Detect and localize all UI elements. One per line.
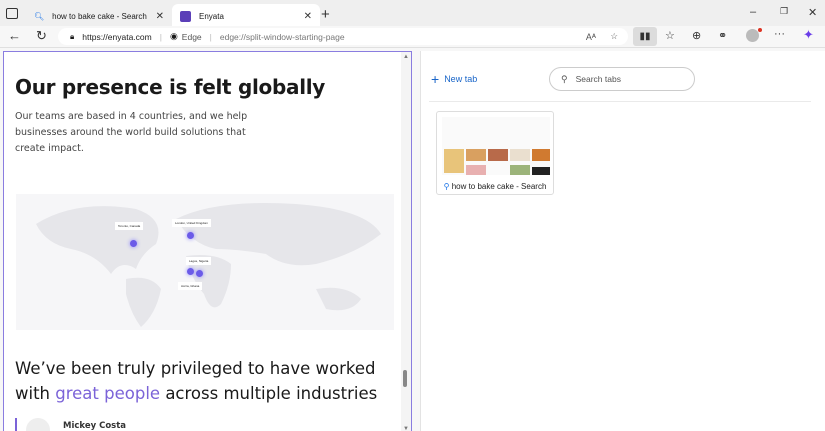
favorite-icon[interactable]: ☆ <box>610 31 618 42</box>
section-heading: We’ve been truly privileged to have work… <box>15 359 378 403</box>
search-tabs-input[interactable]: ⚲ Search tabs <box>549 67 695 91</box>
intro-text: Our teams are based in 4 countries, and … <box>15 111 248 154</box>
search-icon: ⚲ <box>443 182 450 191</box>
close-tab-icon[interactable]: ✕ <box>156 11 164 22</box>
minimize-icon[interactable]: – <box>750 6 756 18</box>
plus-icon: + <box>431 71 440 87</box>
close-tab-icon[interactable]: ✕ <box>304 11 312 22</box>
tab-title: Enyata <box>199 11 224 21</box>
map-pin-london <box>187 232 194 239</box>
search-icon: 🔍︎ <box>34 11 45 21</box>
restore-icon[interactable]: ❐ <box>780 6 788 17</box>
profile-avatar-icon[interactable] <box>746 28 762 42</box>
tab-bar: 🔍︎ how to bake cake - Search ✕ Enyata ✕ … <box>0 0 825 28</box>
more-icon[interactable]: ··· <box>774 28 785 40</box>
scrollbar-thumb[interactable] <box>403 370 407 387</box>
map-label: Accra, Ghana <box>178 282 203 290</box>
back-icon[interactable]: ← <box>8 28 21 43</box>
map-pin-lagos <box>187 268 194 275</box>
enyata-logo-icon <box>180 10 191 22</box>
extensions-icon[interactable]: ⚭ <box>718 29 727 42</box>
tab-card-title: how to bake cake - Search <box>451 182 547 191</box>
edge-icon: ◉ <box>169 31 178 41</box>
scrollbar[interactable]: ▲ ▼ <box>401 52 411 431</box>
testimonial-name: Mickey Costa <box>63 421 127 431</box>
url-text: https://enyata.com <box>82 31 152 42</box>
favorites-icon[interactable]: ☆ <box>665 29 675 42</box>
avatar <box>26 418 50 431</box>
edge-label: Edge <box>181 31 202 42</box>
map-label: Toronto, Canada <box>115 222 144 230</box>
new-tab-icon[interactable]: + <box>321 6 330 23</box>
new-tab-button[interactable]: + New tab <box>431 71 477 87</box>
read-aloud-icon[interactable]: Aᴬ <box>586 32 596 42</box>
refresh-icon[interactable]: ↻ <box>36 28 47 44</box>
search-icon: ⚲ <box>561 73 568 84</box>
tab-enyata[interactable]: Enyata ✕ <box>172 4 320 28</box>
map-pin-accra <box>196 270 203 277</box>
map-label: London, United Kingdom <box>172 219 212 227</box>
address-bar[interactable]: 🔒︎ https://enyata.com | ◉ Edge | edge://… <box>58 28 628 45</box>
highlight-text: great people <box>55 384 161 403</box>
close-window-icon[interactable]: ✕ <box>808 6 817 19</box>
copilot-icon[interactable]: ✦ <box>803 27 814 43</box>
map-pin-toronto <box>130 240 137 247</box>
right-pane-tab-picker: + New tab ⚲ Search tabs ⚲ how to bake cake… <box>420 51 825 431</box>
testimonial-bar <box>15 418 17 431</box>
tab-card[interactable]: ⚲ how to bake cake - Search <box>436 111 554 195</box>
tab-actions-icon[interactable] <box>6 8 18 19</box>
map-label: Lagos, Nigeria <box>186 257 212 265</box>
split-url: edge://split-window-starting-page <box>219 31 345 42</box>
left-pane-enyata: Our presence is felt globally Our teams … <box>3 51 412 431</box>
split-screen-icon[interactable]: ▮▮ <box>633 27 657 46</box>
page-heading: Our presence is felt globally <box>15 75 326 99</box>
lock-icon: 🔒︎ <box>70 31 75 41</box>
address-toolbar: ← ↻ 🔒︎ https://enyata.com | ◉ Edge | edg… <box>0 26 825 48</box>
tab-search[interactable]: 🔍︎ how to bake cake - Search ✕ <box>26 4 172 28</box>
tab-title: how to bake cake - Search <box>52 11 147 21</box>
tab-thumbnail <box>442 117 550 175</box>
collections-icon[interactable]: ⊕ <box>692 29 701 42</box>
